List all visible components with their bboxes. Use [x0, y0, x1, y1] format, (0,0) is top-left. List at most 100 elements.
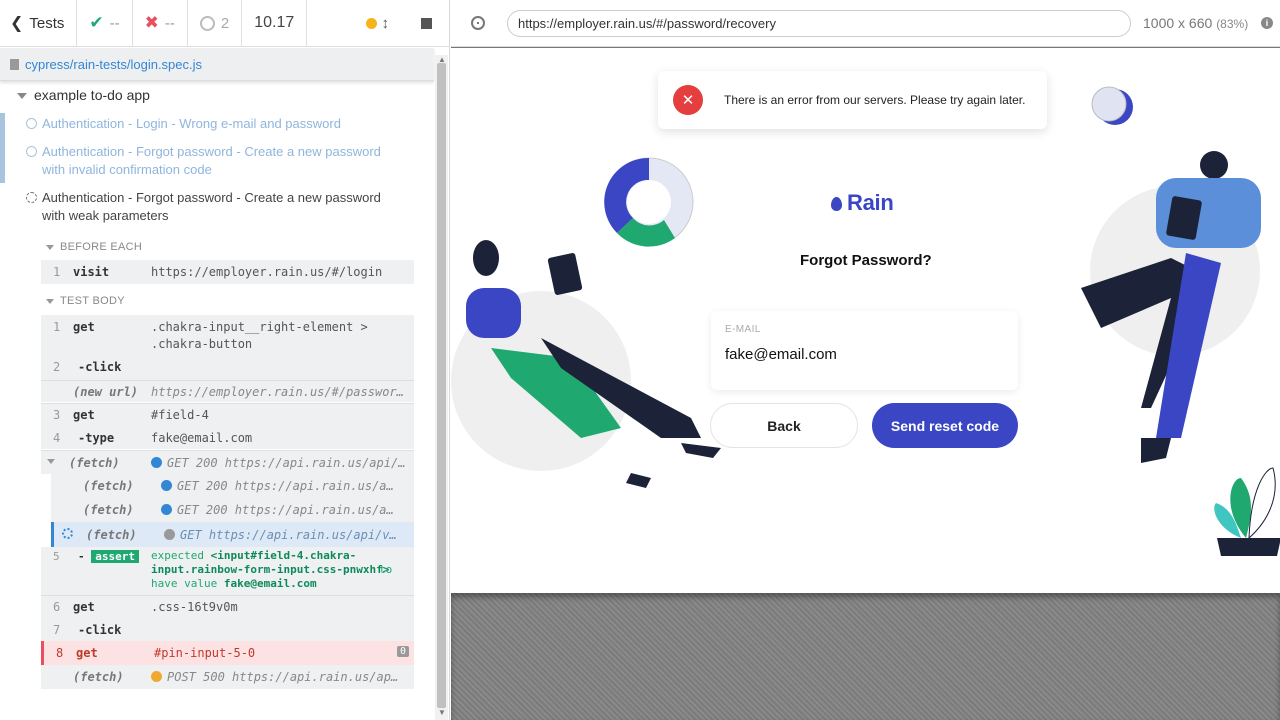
- scrollbar-thumb[interactable]: [437, 63, 446, 708]
- duration-value: 10.17: [254, 14, 295, 31]
- command-number: 1: [53, 320, 61, 334]
- assert-subject-cont: input.rainbow-form-input.css-pnwxhf>: [151, 563, 390, 576]
- command-row[interactable]: (fetch) GET 200 https://api.rain.us/api/…: [51, 498, 414, 522]
- status-dot-icon: [151, 671, 162, 682]
- assert-message-cont: have value fake@email.com: [151, 577, 317, 590]
- file-icon: [10, 58, 19, 70]
- caret-down-icon: [47, 459, 55, 464]
- command-row[interactable]: 1 get .chakra-input__right-element > .ch…: [41, 315, 414, 381]
- aut-panel: https://employer.rain.us/#/password/reco…: [451, 0, 1280, 720]
- test-title-cont: with invalid confirmation code: [42, 162, 212, 177]
- command-number: 3: [53, 408, 61, 422]
- command-message: POST 500 https://api.rain.us/api/v1: [151, 670, 405, 684]
- command-message-cont: .chakra-button: [151, 337, 253, 351]
- command-number: 4: [53, 431, 61, 445]
- command-message: GET https://api.rain.us/api/v1/: [164, 528, 402, 542]
- selector-playground-icon[interactable]: [471, 16, 485, 30]
- assert-text: expected: [151, 549, 204, 562]
- command-name: get: [76, 646, 98, 660]
- command-message-text: POST 500 https://api.rain.us/api/v1: [167, 670, 405, 684]
- command-name: get: [73, 408, 95, 422]
- command-row-pending[interactable]: (fetch) GET https://api.rain.us/api/v1/: [51, 522, 414, 547]
- test-title: Authentication - Forgot password - Creat…: [42, 144, 381, 159]
- test-body-hook[interactable]: TEST BODY: [46, 295, 125, 307]
- assert-subject: <input#field-4.chakra-: [210, 549, 357, 562]
- info-icon[interactable]: i: [1261, 17, 1273, 29]
- command-name: -click: [78, 360, 122, 374]
- command-number: 5: [53, 550, 60, 563]
- x-icon: ✖: [144, 13, 159, 32]
- command-message: .chakra-input__right-element >: [151, 320, 368, 334]
- check-icon: ✔: [89, 13, 104, 32]
- plant-illustration: [1214, 467, 1280, 556]
- toast-message: There is an error from our servers. Plea…: [724, 93, 1026, 107]
- test-item[interactable]: Authentication - Forgot password - Creat…: [0, 143, 434, 179]
- command-number: 7: [53, 623, 61, 637]
- scroll-down-icon[interactable]: ▼: [438, 708, 446, 717]
- command-name: (fetch): [69, 456, 120, 470]
- autoscroll-toggle-icon[interactable]: ↕: [382, 15, 390, 32]
- page-title: Forgot Password?: [800, 252, 932, 269]
- reporter-scrollbar[interactable]: ▲ ▼: [435, 55, 448, 720]
- hook-title: BEFORE EACH: [60, 241, 143, 253]
- command-row[interactable]: (new url) https://employer.rain.us/#/pas…: [41, 380, 414, 402]
- stop-icon[interactable]: [421, 17, 432, 29]
- command-number: 8: [56, 646, 64, 660]
- viewport-dims: 1000 x 660: [1143, 15, 1213, 31]
- tests-label: Tests: [29, 14, 65, 32]
- command-message: https://employer.rain.us/#/password/reco…: [151, 385, 409, 399]
- command-row-assert[interactable]: 5 - assert expected <input#field-4.chakr…: [41, 547, 414, 595]
- before-each-hook[interactable]: BEFORE EACH: [46, 241, 142, 253]
- brand-logo: Rain: [831, 190, 894, 216]
- tests-button[interactable]: ❮ Tests: [0, 0, 78, 46]
- command-message: #pin-input-5-0: [154, 646, 256, 660]
- assert-value: fake@email.com: [223, 577, 317, 590]
- command-number: 1: [53, 265, 61, 279]
- assert-text: to: [379, 563, 393, 576]
- chevron-left-icon: ❮: [10, 15, 24, 32]
- pending-circle-icon: [26, 146, 37, 157]
- test-item-current[interactable]: Authentication - Forgot password - Creat…: [0, 189, 434, 225]
- command-row[interactable]: 3 get #field-4 4 -type fake@email.com: [41, 403, 414, 449]
- command-message: .css-16t9v0m: [151, 600, 238, 614]
- command-name: (fetch): [86, 528, 137, 542]
- email-label: E-MAIL: [725, 324, 761, 335]
- command-message-text: GET 200 https://api.rain.us/api/v1: [177, 503, 399, 517]
- command-name: - assert: [78, 550, 139, 563]
- command-row-failed[interactable]: 8 get #pin-input-5-0 0: [41, 641, 414, 665]
- assert-message: expected <input#field-4.chakra-: [151, 549, 356, 562]
- command-name: get: [73, 600, 95, 614]
- command-number: 2: [53, 360, 61, 374]
- viewport-zoom: (83%): [1216, 17, 1249, 31]
- test-title-cont: with weak parameters: [42, 208, 169, 223]
- url-bar[interactable]: https://employer.rain.us/#/password/reco…: [507, 10, 1131, 37]
- command-message: GET 200 https://api.rain.us/api/v1: [151, 456, 409, 470]
- status-dot-icon: [151, 457, 162, 468]
- command-number: 6: [53, 600, 61, 614]
- command-row[interactable]: 6 get .css-16t9v0m 7 -click: [41, 595, 414, 641]
- command-name: (fetch): [83, 479, 134, 493]
- email-input[interactable]: fake@email.com: [725, 346, 837, 363]
- suite-title[interactable]: example to-do app: [17, 87, 150, 103]
- command-row[interactable]: (fetch) GET 200 https://api.rain.us/api/…: [51, 474, 414, 498]
- spec-path-link[interactable]: cypress/rain-tests/login.spec.js: [25, 57, 202, 72]
- pending-count: 2: [188, 0, 243, 46]
- command-message-text: GET 200 https://api.rain.us/api/v1: [167, 456, 409, 470]
- test-title: Authentication - Forgot password - Creat…: [42, 190, 381, 205]
- spinner-icon: [62, 528, 73, 539]
- logo-text: Rain: [847, 190, 894, 215]
- back-button[interactable]: Back: [710, 403, 858, 448]
- aut-header: https://employer.rain.us/#/password/reco…: [451, 0, 1280, 47]
- pending-circle-icon: [199, 15, 215, 31]
- command-row[interactable]: 1 visit https://employer.rain.us/#/login: [41, 260, 414, 284]
- command-row[interactable]: (fetch) GET 200 https://api.rain.us/api/…: [41, 450, 414, 474]
- test-item[interactable]: Authentication - Login - Wrong e-mail an…: [0, 115, 434, 133]
- send-reset-code-button[interactable]: Send reset code: [872, 403, 1018, 448]
- caret-down-icon: [46, 244, 54, 250]
- email-field[interactable]: E-MAIL fake@email.com: [711, 311, 1018, 390]
- failed-value: --: [164, 14, 175, 32]
- passed-count: ✔ --: [77, 0, 133, 46]
- command-name: get: [73, 320, 95, 334]
- suite-title-text: example to-do app: [34, 87, 150, 103]
- command-row[interactable]: (fetch) POST 500 https://api.rain.us/api…: [41, 665, 414, 689]
